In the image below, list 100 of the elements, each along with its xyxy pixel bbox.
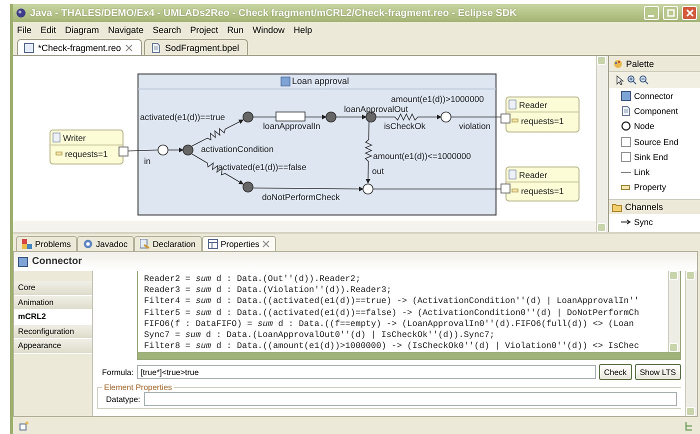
close-icon — [125, 44, 134, 52]
section-tab[interactable]: mCRL2 — [14, 310, 92, 324]
vertical-scrollbar[interactable] — [668, 271, 680, 352]
property-icon — [621, 184, 631, 190]
menu-item[interactable]: Navigate — [108, 24, 144, 34]
port[interactable] — [500, 184, 510, 194]
view-tab[interactable]: Properties — [202, 236, 276, 251]
palette-item[interactable]: Connector — [609, 88, 700, 104]
view-tab[interactable]: Javadoc — [76, 236, 134, 251]
component-title: Reader — [519, 100, 548, 110]
check-button[interactable]: Check — [599, 364, 632, 380]
problems-icon — [22, 239, 32, 249]
palette-item[interactable]: Component — [609, 103, 700, 119]
menu-item[interactable]: File — [17, 24, 32, 34]
channel-line — [168, 148, 184, 152]
zoom-out-icon — [639, 75, 649, 85]
palette-item[interactable]: Sink End — [609, 149, 700, 164]
square-icon — [621, 152, 631, 162]
component-property: requests=1 — [521, 186, 564, 196]
maximize-icon — [666, 9, 674, 17]
channel-label: activated(e1(d))==false — [218, 162, 306, 172]
datatype-field[interactable] — [144, 392, 677, 406]
channel-label: violation — [459, 121, 491, 131]
channel-label: activated(e1(d))==true — [140, 112, 226, 122]
vertical-scrollbar[interactable] — [596, 56, 608, 232]
show-lts-button[interactable]: Show LTS — [634, 364, 681, 380]
document-icon — [508, 100, 516, 110]
channel-line — [126, 150, 158, 152]
tab-label: SodFragment.bpel — [165, 42, 240, 52]
component-property: requests=1 — [65, 149, 108, 159]
editor-tab[interactable]: *Check-fragment.reo — [17, 39, 142, 55]
connector-icon — [280, 76, 290, 86]
java-icon — [16, 8, 26, 18]
code-line: Reader2 = sum d : Data.(Out''(d)).Reader2; — [144, 274, 362, 286]
menu-item[interactable]: Diagram — [65, 24, 100, 34]
container-title: Loan approval — [292, 76, 350, 86]
folder-icon — [612, 202, 622, 212]
section-tab[interactable]: Core — [14, 281, 92, 296]
editor-tab[interactable]: SodFragment.bpel — [144, 39, 248, 55]
palette-drawer[interactable]: Channels — [609, 199, 700, 214]
menu-item[interactable]: Project — [190, 24, 218, 34]
formula-label: Formula: — [102, 368, 134, 376]
code-line: Filter4 = sum d : Data.((activated(e1(d))==true) -> (ActivationCondition''(d) | LoanApprovalIn'' — [144, 296, 640, 308]
channel-label: loanApprovalIn — [263, 121, 320, 131]
field-label: Datatype: — [106, 394, 140, 404]
channel-line — [334, 114, 367, 120]
view-tab[interactable]: Problems — [16, 236, 77, 251]
circle-icon — [621, 121, 631, 132]
close-button[interactable] — [682, 6, 697, 20]
line-icon — [621, 170, 631, 174]
channel-label: out — [372, 166, 384, 176]
formula-field[interactable]: [true*]<true>true — [136, 365, 596, 379]
document-icon — [52, 132, 60, 142]
horizontal-scrollbar[interactable] — [13, 221, 596, 232]
close-icon — [262, 240, 270, 248]
horizontal-scrollbar[interactable] — [138, 352, 680, 359]
document-icon — [151, 42, 162, 52]
palette-item[interactable]: Link — [609, 164, 700, 180]
properties-title: Connector — [32, 256, 82, 267]
channel-label: doNotPerformCheck — [262, 192, 340, 202]
close-icon — [686, 9, 694, 17]
palette-item[interactable]: Sync — [609, 214, 700, 230]
component-box[interactable] — [506, 96, 580, 132]
port[interactable] — [500, 114, 510, 124]
tab-label: Properties — [220, 239, 260, 249]
new-view-icon — [19, 420, 29, 430]
menu-item[interactable]: Run — [227, 24, 244, 34]
palette-item[interactable]: Property — [609, 180, 700, 196]
menu-item[interactable]: Window — [252, 24, 285, 34]
palette-item[interactable]: Node — [609, 118, 700, 134]
component-box[interactable] — [50, 130, 124, 164]
tab-label: *Check-fragment.reo — [38, 42, 122, 52]
section-tab[interactable]: Animation — [14, 296, 92, 310]
property-icon — [512, 188, 518, 192]
port[interactable] — [118, 146, 128, 156]
view-tab[interactable]: Declaration — [134, 236, 202, 251]
loan-approval-container[interactable] — [138, 74, 496, 216]
window-title: Java - THALES/DEMO/Ex4 - UMLADs2Reo - Check fragment/mCRL2/Check-fragment.reo - Eclipse SDK — [30, 8, 518, 18]
group-legend: Element Properties — [102, 383, 174, 392]
menu-item[interactable]: Edit — [40, 24, 56, 34]
component-property: requests=1 — [521, 116, 564, 126]
palette-title: Palette — [626, 58, 656, 68]
palette-item[interactable]: Source End — [609, 134, 700, 150]
menu-item[interactable]: Help — [294, 24, 312, 34]
section-tab[interactable]: Reconfiguration — [14, 324, 92, 339]
channel-line — [304, 114, 327, 120]
document-icon — [508, 170, 516, 180]
code-line: Filter5 = sum d : Data.((activated(e1(d))==false) -> (ActivationCondition0''(d) | DoNotPerformCh — [144, 308, 640, 319]
code-line: Filter8 = sum d : Data.((amount(e1(d))>1000000) -> (IsCheckOk0''(d) | Violation0''(d)) <> IsChec — [144, 341, 640, 352]
connector-icon — [18, 256, 28, 266]
tab-label: Javadoc — [96, 239, 128, 249]
section-tab[interactable]: Appearance — [14, 339, 92, 354]
component-box[interactable] — [506, 166, 580, 202]
square-icon — [621, 136, 631, 147]
code-line: Sync7 = sum d : Data.(LoanApprovalOut0''(d) | IsCheckOk''(d)).Sync7; — [144, 330, 496, 342]
properties-icon — [208, 239, 218, 249]
menu-item[interactable]: Search — [152, 24, 182, 34]
declaration-icon — [140, 239, 150, 249]
vertical-scrollbar[interactable] — [685, 271, 697, 416]
component-title: Writer — [63, 133, 86, 143]
